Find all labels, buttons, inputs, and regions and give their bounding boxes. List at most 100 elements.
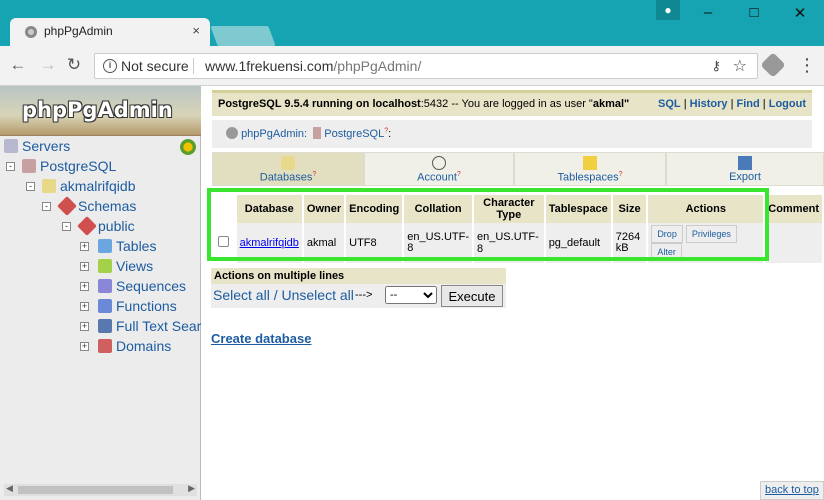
- address-bar[interactable]: i Not secure www.1frekuensi.com/phpPgAdm…: [94, 53, 758, 79]
- expand-toggle[interactable]: +: [80, 282, 89, 291]
- views-icon: [98, 259, 112, 273]
- history-link[interactable]: History: [690, 98, 728, 110]
- scroll-right-icon[interactable]: ▶: [188, 483, 195, 494]
- tree-item-schemas[interactable]: Schemas: [57, 196, 137, 216]
- tree-item-fulltext[interactable]: Full Text Searc: [98, 318, 208, 334]
- unselect-all-link[interactable]: Unselect all: [281, 287, 353, 303]
- expand-toggle[interactable]: +: [80, 322, 89, 331]
- tab-tablespaces[interactable]: Tablespaces?: [514, 152, 666, 186]
- tree-label: Views: [116, 258, 154, 274]
- tablespaces-icon: [583, 156, 597, 170]
- breadcrumb-postgresql[interactable]: PostgreSQL: [324, 128, 384, 140]
- back-icon[interactable]: ←: [8, 55, 28, 75]
- tree-item-views[interactable]: Views: [98, 258, 153, 274]
- refresh-icon[interactable]: [180, 139, 196, 155]
- expand-toggle[interactable]: +: [80, 302, 89, 311]
- servers-icon: [4, 139, 18, 153]
- tree-item-sequences[interactable]: Sequences: [98, 278, 186, 294]
- select-all-link[interactable]: Select all: [213, 287, 270, 303]
- back-to-top-link[interactable]: back to top: [760, 481, 824, 500]
- user-icon[interactable]: ●: [656, 0, 680, 20]
- scrollbar-thumb[interactable]: [18, 486, 173, 494]
- schemas-icon: [57, 196, 77, 216]
- server-icon: [22, 159, 36, 173]
- breadcrumb: phpPgAdmin: PostgreSQL?:: [212, 120, 812, 148]
- browser-toolbar: ← → ↻ i Not secure www.1frekuensi.com/ph…: [0, 46, 824, 86]
- server-info: PostgreSQL 9.5.4 running on localhost:54…: [218, 98, 629, 110]
- tree-label: Tables: [116, 238, 157, 254]
- tree-item-functions[interactable]: Functions: [98, 298, 177, 314]
- reload-icon[interactable]: ↻: [64, 55, 84, 75]
- breadcrumb-phppgadmin[interactable]: phpPgAdmin:: [241, 128, 307, 140]
- key-icon[interactable]: ⚷: [711, 58, 721, 74]
- browser-tab[interactable]: phpPgAdmin ×: [10, 18, 210, 46]
- tables-icon: [98, 239, 112, 253]
- new-tab-button[interactable]: [210, 26, 276, 46]
- tree-item-domains[interactable]: Domains: [98, 338, 171, 354]
- tree-item-postgresql[interactable]: PostgreSQL: [22, 158, 116, 174]
- extension-icon[interactable]: [760, 52, 786, 78]
- minimize-icon[interactable]: –: [693, 4, 723, 21]
- tab-close-icon[interactable]: ×: [192, 23, 200, 38]
- info-icon[interactable]: i: [103, 59, 117, 73]
- elephant-icon: [226, 127, 238, 139]
- domains-icon: [98, 339, 112, 353]
- security-label[interactable]: Not secure: [121, 58, 189, 74]
- collapse-toggle[interactable]: -: [42, 202, 51, 211]
- left-frame: phpPgAdmin Servers - PostgreSQL - akmalr…: [0, 86, 208, 500]
- tree-item-database[interactable]: akmalrifqidb: [42, 178, 135, 194]
- col-comment[interactable]: Comment: [765, 195, 822, 223]
- window-close-icon[interactable]: ✕: [785, 4, 815, 22]
- divider: /: [269, 287, 282, 303]
- collapse-toggle[interactable]: -: [62, 222, 71, 231]
- multi-actions: Actions on multiple lines Select all / U…: [211, 268, 506, 310]
- host: localhost: [372, 98, 421, 110]
- sql-link[interactable]: SQL: [658, 98, 681, 110]
- tree-label: Sequences: [116, 278, 187, 294]
- bookmark-star-icon[interactable]: ☆: [733, 56, 747, 76]
- tab-databases[interactable]: Databases?: [212, 152, 364, 186]
- account-icon: [432, 156, 446, 170]
- server-prefix: PostgreSQL 9.5.4 running on: [218, 98, 373, 110]
- collapse-toggle[interactable]: -: [6, 162, 15, 171]
- tree-label: Schemas: [78, 198, 137, 214]
- tree-label: public: [98, 218, 135, 234]
- logout-link[interactable]: Logout: [769, 98, 806, 110]
- tree-item-tables[interactable]: Tables: [98, 238, 156, 254]
- action-select[interactable]: --: [385, 286, 437, 304]
- tree-label: Domains: [116, 338, 172, 354]
- chrome-menu-icon[interactable]: ⋮: [798, 55, 816, 76]
- help-marker[interactable]: ?: [312, 171, 316, 178]
- tab-label: Tablespaces: [557, 171, 619, 184]
- expand-toggle[interactable]: +: [80, 262, 89, 271]
- url-host: www.1frekuensi.com: [205, 58, 334, 74]
- breadcrumb-tail: :: [388, 128, 392, 140]
- tab-account[interactable]: Account?: [364, 152, 514, 186]
- cell-comment: [765, 223, 822, 263]
- help-marker[interactable]: ?: [619, 171, 623, 178]
- execute-button[interactable]: Execute: [441, 285, 503, 307]
- expand-toggle[interactable]: +: [80, 242, 89, 251]
- scroll-left-icon[interactable]: ◀: [6, 483, 13, 494]
- tab-title: phpPgAdmin: [44, 24, 113, 38]
- maximize-icon[interactable]: □: [739, 4, 769, 21]
- tab-bar: Databases? Account? Tablespaces? Export: [212, 152, 824, 186]
- help-marker[interactable]: ?: [457, 171, 461, 178]
- url-text[interactable]: www.1frekuensi.com/phpPgAdmin/: [205, 58, 421, 74]
- tree-item-public[interactable]: public: [77, 216, 135, 236]
- highlight-box: [207, 188, 769, 261]
- collapse-toggle[interactable]: -: [26, 182, 35, 191]
- tree-label: PostgreSQL: [40, 158, 117, 174]
- tab-export[interactable]: Export: [666, 152, 824, 186]
- find-link[interactable]: Find: [737, 98, 760, 110]
- tree-label: Functions: [116, 298, 177, 314]
- phppgadmin-logo[interactable]: phpPgAdmin: [0, 86, 201, 136]
- expand-toggle[interactable]: +: [80, 342, 89, 351]
- multi-actions-header: Actions on multiple lines: [211, 268, 506, 284]
- horizontal-scrollbar[interactable]: ◀ ▶: [4, 483, 197, 496]
- create-database-link[interactable]: Create database: [211, 331, 311, 346]
- elephant-icon: [25, 26, 37, 38]
- tree-item-servers[interactable]: Servers: [4, 138, 70, 154]
- omnibox-divider: [193, 58, 194, 74]
- forward-icon[interactable]: →: [38, 55, 58, 75]
